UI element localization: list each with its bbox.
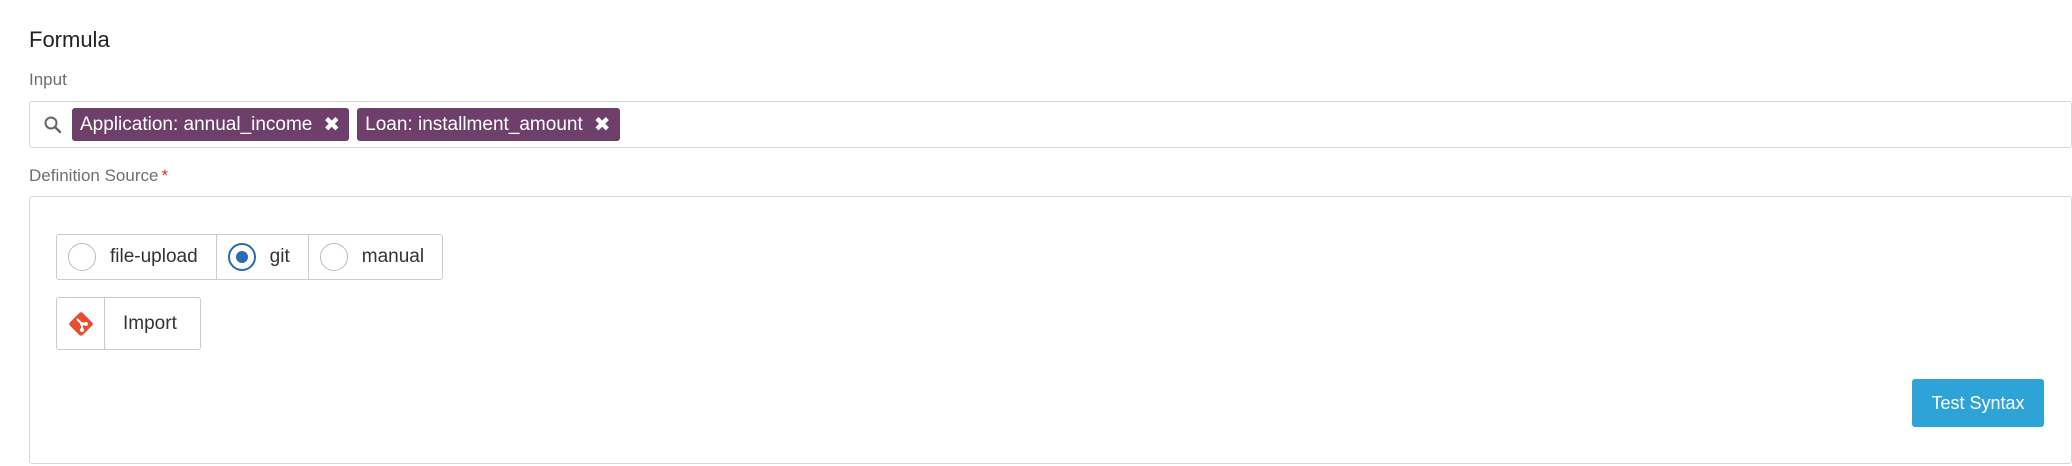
radio-dot <box>235 251 248 263</box>
radio-label: manual <box>361 246 425 267</box>
search-icon <box>42 114 64 136</box>
source-radio-group: file-upload git manual <box>56 234 444 280</box>
radio-option-manual[interactable]: manual <box>307 235 442 279</box>
required-indicator: * <box>161 166 169 185</box>
input-tag-installment-amount: Loan: installment_amount ✖ <box>357 108 620 141</box>
section-title: Formula <box>29 27 110 52</box>
tag-label: Application: annual_income <box>80 113 313 135</box>
definition-source-label-text: Definition Source <box>29 166 159 185</box>
tag-label: Loan: installment_amount <box>365 113 583 135</box>
definition-source-panel: file-upload git manual Import Test Synta… <box>29 196 2072 464</box>
test-syntax-button[interactable]: Test Syntax <box>1912 379 2044 427</box>
import-label: Import <box>123 312 177 334</box>
radio-option-file-upload[interactable]: file-upload <box>57 235 216 279</box>
input-label: Input <box>29 70 67 89</box>
radio-button-selected[interactable] <box>227 243 256 271</box>
radio-button[interactable] <box>319 243 348 271</box>
git-icon <box>57 298 105 349</box>
radio-label: git <box>269 246 290 267</box>
input-tag-annual-income: Application: annual_income ✖ <box>72 108 350 141</box>
formula-panel: Formula Input Application: annual_income… <box>0 0 2072 466</box>
definition-source-label: Definition Source * <box>29 166 168 186</box>
input-tag-field[interactable]: Application: annual_income ✖ Loan: insta… <box>29 101 2072 148</box>
radio-label: file-upload <box>110 246 198 267</box>
radio-option-git[interactable]: git <box>215 235 308 279</box>
close-icon[interactable]: ✖ <box>594 115 611 135</box>
close-icon[interactable]: ✖ <box>323 115 340 135</box>
import-button[interactable]: Import <box>56 297 201 350</box>
radio-button[interactable] <box>68 243 96 271</box>
